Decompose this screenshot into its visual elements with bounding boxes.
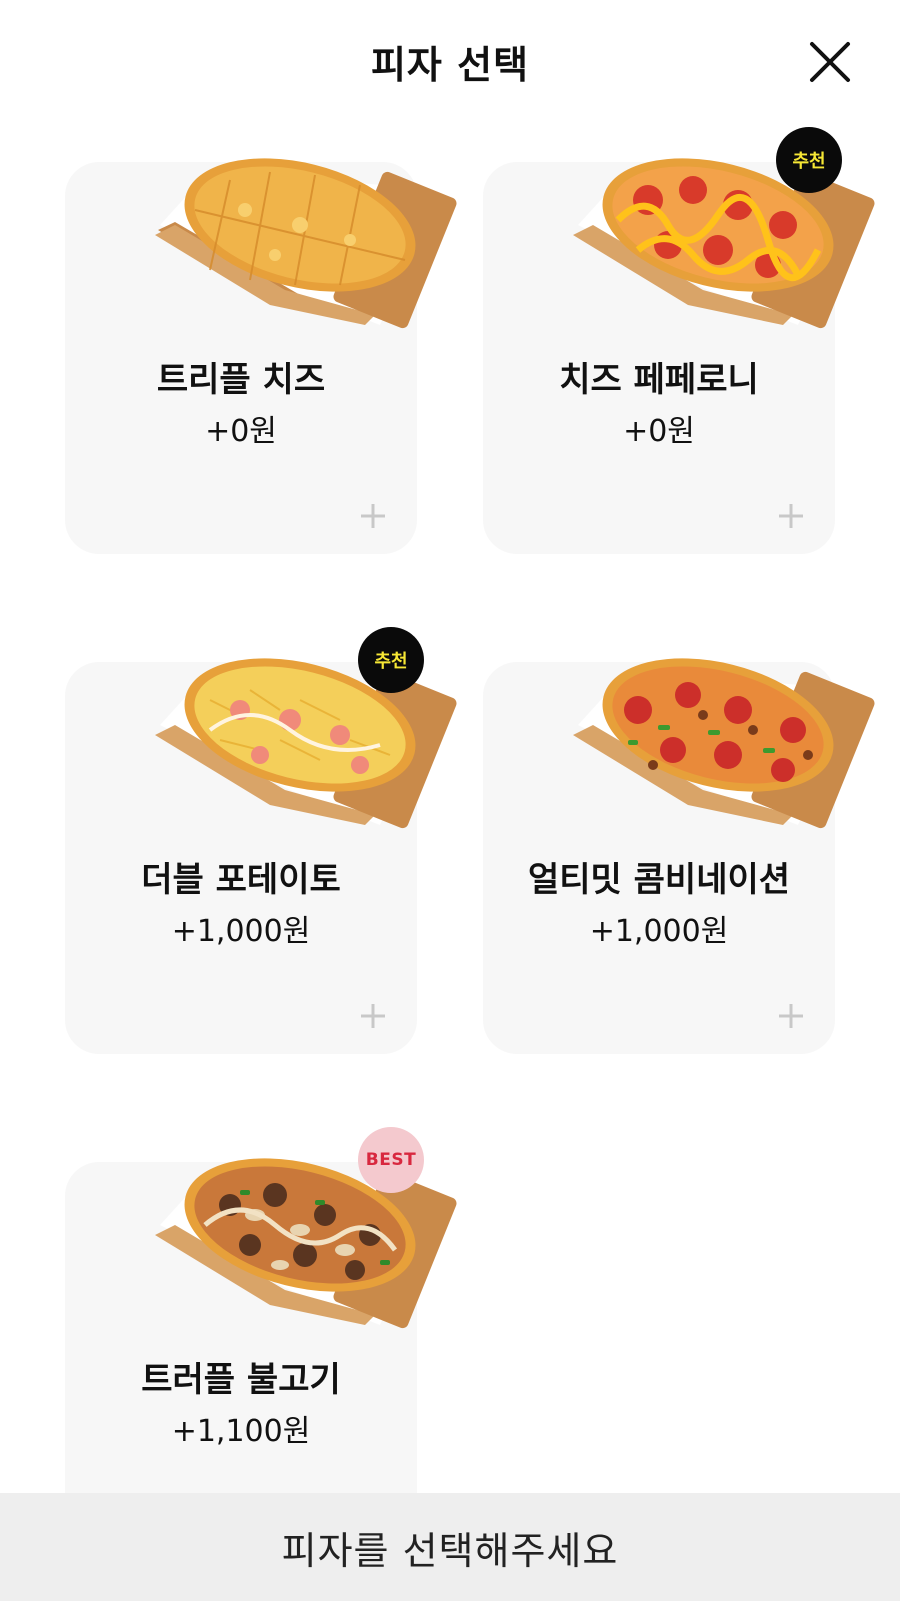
plus-icon[interactable] [777,1002,805,1030]
close-icon [810,42,850,82]
bottom-bar-label: 피자를 선택해주세요 [281,1528,619,1573]
pizza-price: +1,000원 [171,914,311,949]
best-badge: BEST [358,1127,424,1193]
recommend-badge: 추천 [358,627,424,693]
page-title: 피자 선택 [370,43,530,87]
recommend-badge: 추천 [776,127,842,193]
pizza-price: +0원 [205,414,277,449]
pizza-price: +1,000원 [589,914,729,949]
header: 피자 선택 [0,0,900,120]
select-pizza-button[interactable]: 피자를 선택해주세요 [0,1493,900,1601]
badge-label: 추천 [374,651,408,672]
pizza-price: +0원 [623,414,695,449]
plus-icon[interactable] [359,502,387,530]
plus-icon[interactable] [359,1002,387,1030]
plus-icon[interactable] [777,502,805,530]
pizza-name: 더블 포테이토 [141,860,341,900]
pizza-image-ultimate-combination [568,630,875,830]
pizza-name: 치즈 페페로니 [559,360,759,400]
badge-label: BEST [365,1150,417,1170]
pizza-select-screen: 피자 선택 트리플 치즈 +0원 치즈 페페로니 +0원 추천 더블 포테이토 … [0,0,900,1601]
pizza-price: +1,100원 [171,1414,311,1449]
pizza-name: 트리플 치즈 [156,360,326,400]
pizza-image-triple-cheese [150,130,457,330]
pizza-name: 얼티밋 콤비네이션 [527,860,791,900]
pizza-name: 트러플 불고기 [141,1360,341,1400]
close-button[interactable] [808,40,852,84]
badge-label: 추천 [792,151,826,172]
